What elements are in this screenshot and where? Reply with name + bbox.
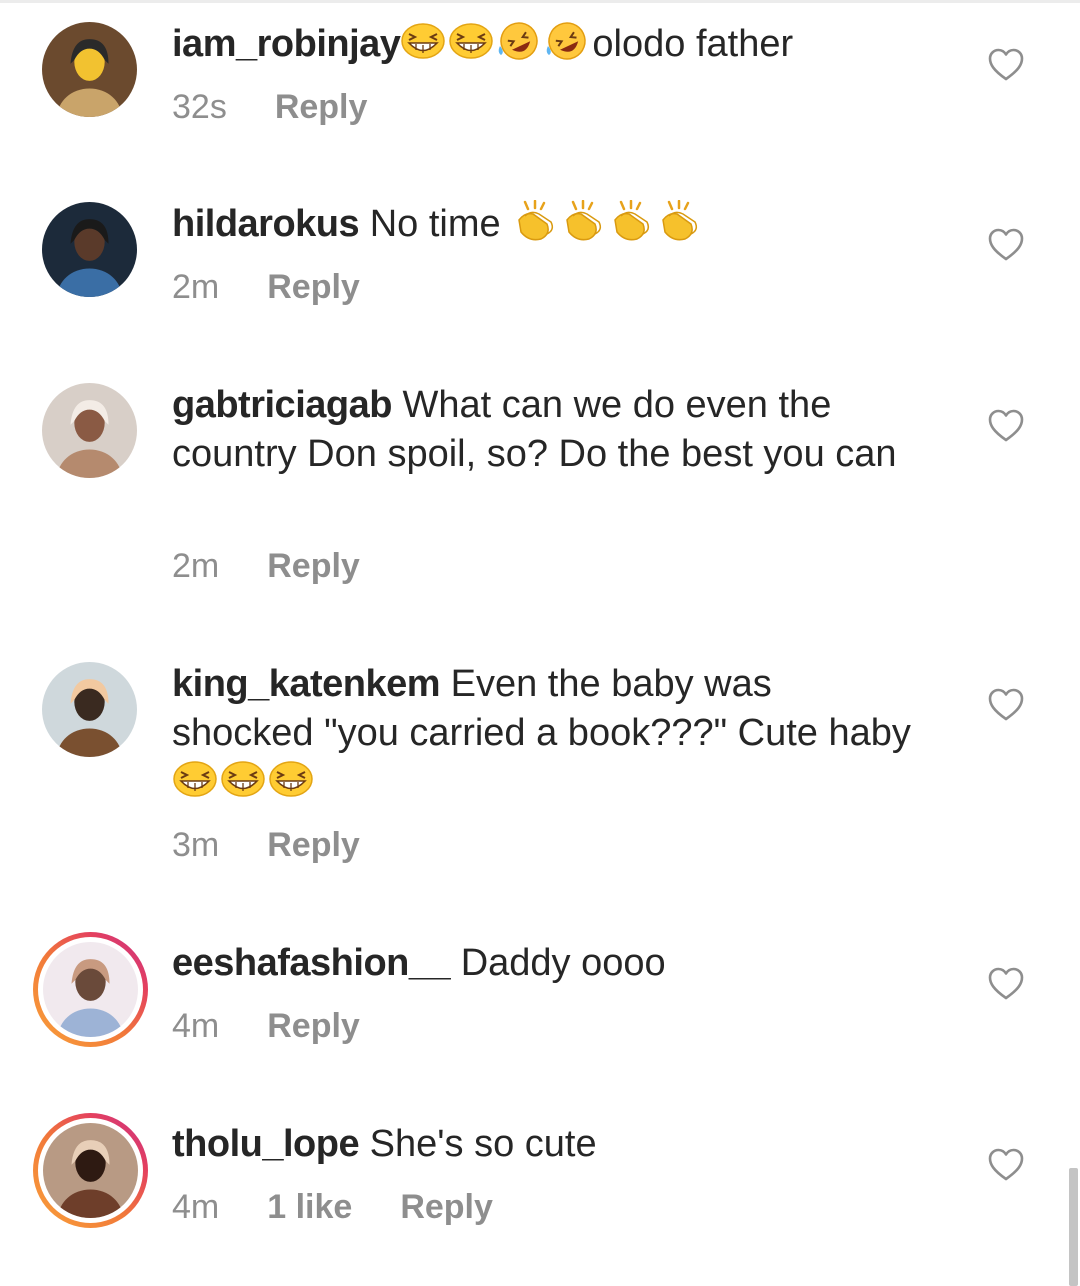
comment-text: hildarokus No time xyxy=(172,200,912,249)
comment-meta: 32s Reply xyxy=(172,88,415,127)
comment-like-count[interactable]: 1 like xyxy=(267,1188,352,1226)
avatar-photo xyxy=(42,383,137,478)
rofl-emoji-icon xyxy=(547,22,587,60)
avatar-image xyxy=(43,942,138,1037)
comment-meta: 4m 1 like Reply xyxy=(172,1188,541,1227)
grinning-squint-emoji-icon xyxy=(221,761,265,797)
clapping-hands-emoji-icon xyxy=(518,200,554,241)
avatar-photo xyxy=(42,22,137,117)
grinning-squint-emoji-icon xyxy=(173,761,217,797)
heart-outline-icon[interactable] xyxy=(988,967,1024,1001)
grinning-squint-emoji-icon xyxy=(401,23,446,59)
avatar[interactable] xyxy=(42,383,137,478)
clapping-hands-emoji-icon xyxy=(614,200,650,241)
top-divider xyxy=(0,0,1080,3)
clapping-hands-emoji-icon xyxy=(662,200,698,241)
comment-timestamp: 32s xyxy=(172,88,227,126)
scrollbar[interactable] xyxy=(1069,1168,1078,1286)
avatar-photo xyxy=(42,202,137,297)
clapping-hands-emoji-icon xyxy=(566,200,602,241)
comment-text: iam_robinjay olodo father xyxy=(172,20,912,69)
heart-outline-icon[interactable] xyxy=(988,688,1024,722)
heart-outline-icon[interactable] xyxy=(988,1148,1024,1182)
avatar[interactable] xyxy=(42,22,137,117)
comment-timestamp: 3m xyxy=(172,826,220,864)
reply-button[interactable]: Reply xyxy=(267,547,360,585)
comment-text: gabtriciagab What can we do even the cou… xyxy=(172,381,912,479)
comment-username[interactable]: gabtriciagab xyxy=(172,384,392,426)
story-ring-gap xyxy=(38,1118,143,1223)
comment-body: No time xyxy=(359,203,512,245)
comment-username[interactable]: king_katenkem xyxy=(172,663,441,705)
avatar-photo xyxy=(42,662,137,757)
comment-username[interactable]: hildarokus xyxy=(172,203,360,245)
rofl-emoji-icon xyxy=(499,22,539,60)
comment-username[interactable]: eeshafashion__ xyxy=(172,942,451,984)
avatar-photo xyxy=(43,1123,138,1218)
heart-outline-icon[interactable] xyxy=(988,48,1024,82)
reply-button[interactable]: Reply xyxy=(267,826,360,864)
comment-text: tholu_lope She's so cute xyxy=(172,1120,912,1169)
comment-timestamp: 4m xyxy=(172,1007,220,1045)
heart-outline-icon[interactable] xyxy=(988,228,1024,262)
comment-timestamp: 4m xyxy=(172,1188,220,1226)
comment-username[interactable]: iam_robinjay xyxy=(172,23,401,65)
story-ring-gap xyxy=(38,937,143,1042)
comment-meta: 2m Reply xyxy=(172,547,408,586)
avatar[interactable] xyxy=(42,202,137,297)
reply-button[interactable]: Reply xyxy=(400,1188,493,1226)
reply-button[interactable]: Reply xyxy=(275,88,368,126)
comment-meta: 2m Reply xyxy=(172,268,408,307)
grinning-squint-emoji-icon xyxy=(269,761,313,797)
heart-outline-icon[interactable] xyxy=(988,409,1024,443)
avatar-with-story-ring[interactable] xyxy=(33,932,148,1047)
avatar[interactable] xyxy=(42,662,137,757)
avatar-image xyxy=(43,1123,138,1218)
avatar-with-story-ring[interactable] xyxy=(33,1113,148,1228)
grinning-squint-emoji-icon xyxy=(449,23,494,59)
reply-button[interactable]: Reply xyxy=(267,1007,360,1045)
comment-text: king_katenkem Even the baby was shocked … xyxy=(172,660,912,807)
comment-text: eeshafashion__ Daddy oooo xyxy=(172,939,912,988)
comment-meta: 4m Reply xyxy=(172,1007,408,1046)
reply-button[interactable]: Reply xyxy=(267,268,360,306)
comment-body: She's so cute xyxy=(359,1123,597,1165)
comment-meta: 3m Reply xyxy=(172,826,408,865)
comment-timestamp: 2m xyxy=(172,547,220,585)
avatar-photo xyxy=(43,942,138,1037)
comment-body: olodo father xyxy=(592,23,794,65)
comment-username[interactable]: tholu_lope xyxy=(172,1123,360,1165)
comment-timestamp: 2m xyxy=(172,268,220,306)
comment-body: Daddy oooo xyxy=(450,942,666,984)
